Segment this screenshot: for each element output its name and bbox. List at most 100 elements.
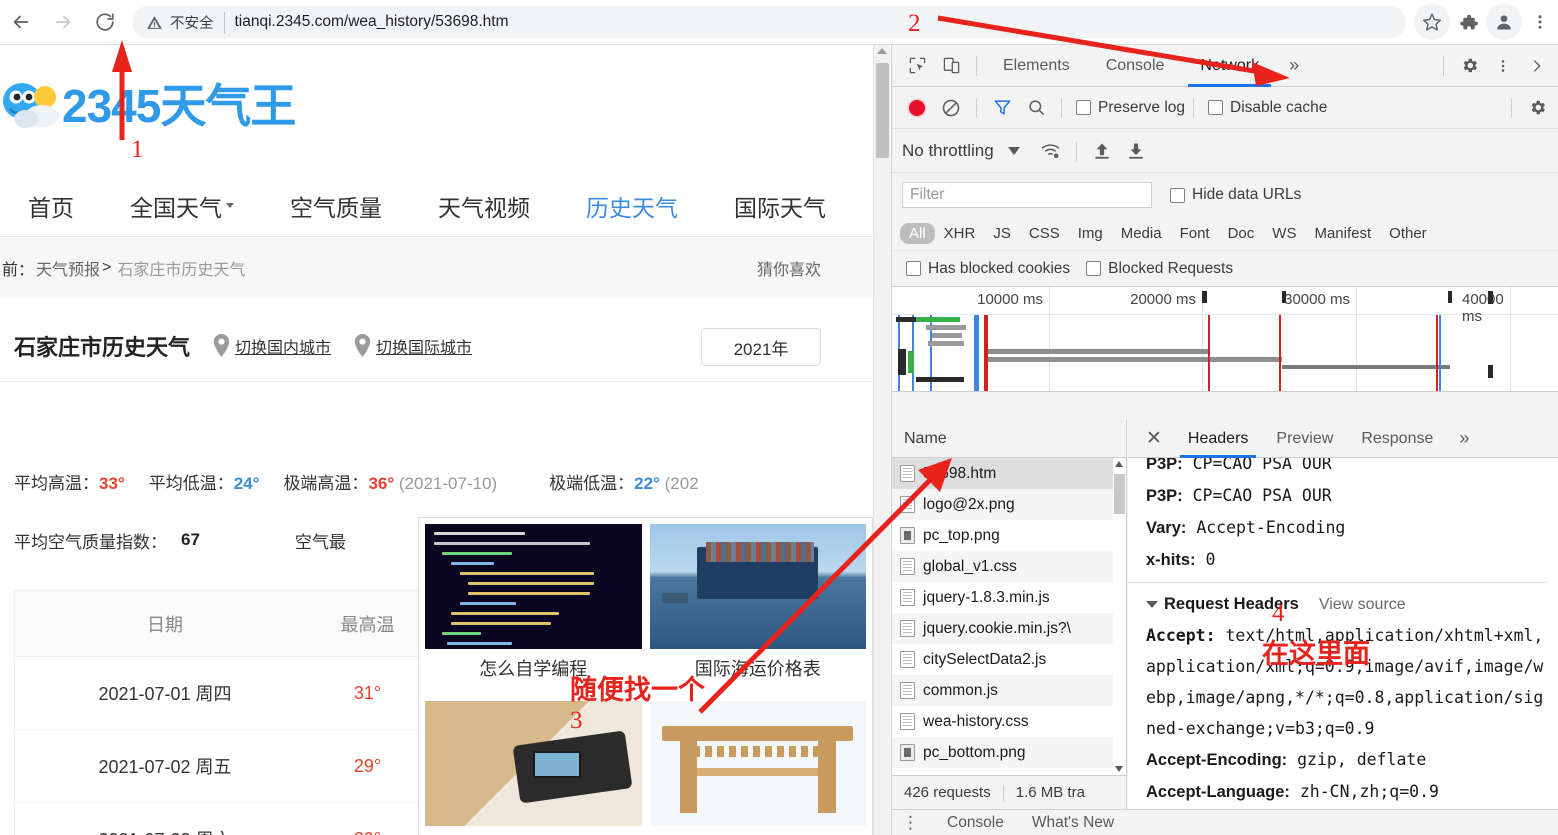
list-item[interactable]: common.js	[892, 675, 1126, 706]
list-item[interactable]: 53698.htm	[892, 458, 1126, 489]
request-list-header[interactable]: Name	[892, 420, 1126, 458]
toolbar-divider-5	[1193, 97, 1195, 118]
scroll-up-arrow-icon[interactable]	[877, 48, 887, 54]
address-bar[interactable]: 不安全 tianqi.2345.com/wea_history/53698.ht…	[132, 6, 1406, 38]
close-devtools-icon[interactable]	[1520, 49, 1554, 83]
network-settings-gear-icon[interactable]	[1520, 91, 1554, 125]
drawer-menu-kebab-icon[interactable]: ⋮	[902, 813, 919, 833]
tab-console[interactable]: Console	[1088, 45, 1183, 87]
ad-item[interactable]: 电脑桌办公桌	[649, 700, 866, 835]
search-icon[interactable]	[1019, 91, 1053, 125]
list-item[interactable]: global_v1.css	[892, 551, 1126, 582]
preserve-log-checkbox[interactable]: Preserve log	[1076, 99, 1185, 117]
th-date[interactable]: 日期	[15, 611, 315, 637]
bookmark-star-icon[interactable]	[1414, 4, 1450, 40]
switch-domestic-city-link[interactable]: 切换国内城市	[212, 334, 331, 358]
nav-item-weather-video[interactable]: 天气视频	[410, 189, 558, 223]
export-har-download-icon[interactable]	[1119, 134, 1153, 168]
toolbar-divider	[976, 55, 977, 76]
scrollbar-thumb[interactable]	[1114, 474, 1125, 514]
device-toolbar-icon[interactable]	[934, 49, 968, 83]
drawer-tab-console[interactable]: Console	[933, 814, 1018, 832]
list-item[interactable]: wea-history.css	[892, 706, 1126, 737]
filter-funnel-icon[interactable]	[985, 91, 1019, 125]
type-filter-ws[interactable]: WS	[1263, 223, 1305, 244]
nav-item-international-weather[interactable]: 国际天气	[706, 189, 854, 223]
inspect-element-icon[interactable]	[900, 49, 934, 83]
gear-icon[interactable]	[1452, 49, 1486, 83]
list-item[interactable]: jquery-1.8.3.min.js	[892, 582, 1126, 613]
scroll-up-arrow-icon[interactable]	[1115, 461, 1123, 467]
import-har-upload-icon[interactable]	[1085, 134, 1119, 168]
type-filter-media[interactable]: Media	[1112, 223, 1171, 244]
hide-data-urls-checkbox[interactable]: Hide data URLs	[1170, 186, 1301, 204]
type-filter-img[interactable]: Img	[1069, 223, 1112, 244]
th-high-temp[interactable]: 最高温	[315, 611, 420, 637]
devtools-menu-kebab-icon[interactable]	[1486, 49, 1520, 83]
ad-thumbnail-code	[425, 524, 642, 649]
disable-cache-checkbox[interactable]: Disable cache	[1208, 99, 1327, 117]
list-item-partial[interactable]	[892, 768, 1126, 775]
filter-input[interactable]: Filter	[902, 182, 1152, 208]
blocked-requests-checkbox[interactable]: Blocked Requests	[1086, 260, 1233, 278]
nav-item-national-weather[interactable]: 全国天气	[102, 189, 262, 223]
arrow-right-icon	[55, 15, 71, 29]
waterfall-bars	[892, 291, 1558, 391]
type-filter-css[interactable]: CSS	[1020, 223, 1069, 244]
type-filter-font[interactable]: Font	[1171, 223, 1219, 244]
profile-avatar-icon[interactable]	[1486, 4, 1522, 40]
section-divider	[1128, 582, 1548, 583]
list-item[interactable]: jquery.cookie.min.js?\	[892, 613, 1126, 644]
site-logo[interactable]: 2345天气王	[0, 75, 296, 137]
request-headers-section-title[interactable]: Request Headers View source	[1146, 589, 1558, 620]
browser-menu-icon[interactable]	[1522, 4, 1558, 40]
checkbox-box	[1076, 100, 1091, 115]
network-conditions-wifi-icon[interactable]	[1034, 134, 1068, 168]
scroll-down-arrow-icon[interactable]	[1115, 766, 1123, 772]
tab-elements[interactable]: Elements	[985, 45, 1088, 87]
close-detail-icon[interactable]: ✕	[1134, 427, 1174, 450]
clear-network-log-icon[interactable]	[934, 91, 968, 125]
weather-stats-row: 平均高温：33° 平均低温：24° 极端高温：36° (2021-07-10) …	[0, 457, 873, 505]
tab-preview[interactable]: Preview	[1262, 420, 1347, 458]
view-source-link[interactable]: View source	[1319, 589, 1406, 620]
breadcrumb-guess-you-like[interactable]: 猜你喜欢	[757, 256, 821, 280]
annotation-number-4: 4	[1272, 600, 1285, 627]
nav-item-history-weather[interactable]: 历史天气	[558, 189, 706, 223]
list-item[interactable]: pc_bottom.png	[892, 737, 1126, 768]
type-filter-xhr[interactable]: XHR	[935, 223, 985, 244]
reload-icon	[96, 13, 114, 31]
list-item[interactable]: pc_top.png	[892, 520, 1126, 551]
list-item[interactable]: logo@2x.png	[892, 489, 1126, 520]
drawer-tab-whats-new[interactable]: What's New	[1018, 814, 1128, 832]
request-list-scrollbar[interactable]	[1113, 458, 1126, 775]
throttling-select[interactable]: No throttling	[902, 141, 994, 161]
type-filter-manifest[interactable]: Manifest	[1305, 223, 1380, 244]
has-blocked-cookies-checkbox[interactable]: Has blocked cookies	[906, 260, 1070, 278]
type-filter-all[interactable]: All	[900, 223, 935, 244]
type-filter-js[interactable]: JS	[984, 223, 1020, 244]
nav-item-home[interactable]: 首页	[0, 189, 102, 223]
record-network-log-icon[interactable]	[900, 91, 934, 125]
nav-item-air-quality[interactable]: 空气质量	[262, 189, 410, 223]
type-filter-other[interactable]: Other	[1380, 223, 1436, 244]
type-filter-doc[interactable]: Doc	[1219, 223, 1264, 244]
ad-item[interactable]: 大字符喷码机	[425, 700, 642, 835]
more-tabs-icon[interactable]: »	[1277, 45, 1311, 87]
more-detail-tabs-icon[interactable]: »	[1447, 420, 1481, 458]
tab-response[interactable]: Response	[1347, 420, 1447, 458]
back-button[interactable]	[0, 1, 42, 43]
reload-button[interactable]	[84, 1, 126, 43]
switch-international-city-link[interactable]: 切换国际城市	[353, 334, 472, 358]
chevron-down-icon[interactable]	[1007, 146, 1020, 155]
extensions-puzzle-icon[interactable]	[1450, 4, 1486, 40]
scrollbar-thumb[interactable]	[876, 63, 889, 158]
year-select[interactable]: 2021年	[701, 328, 821, 366]
page-scrollbar[interactable]	[873, 45, 890, 835]
tab-headers[interactable]: Headers	[1174, 420, 1262, 458]
breadcrumb-link-forecast[interactable]: 天气预报	[34, 256, 102, 280]
list-item[interactable]: citySelectData2.js	[892, 644, 1126, 675]
forward-button[interactable]	[42, 1, 84, 43]
network-overview-waterfall[interactable]: 10000 ms 20000 ms 30000 ms 40000 ms	[892, 287, 1558, 392]
tab-network[interactable]: Network	[1182, 45, 1277, 87]
